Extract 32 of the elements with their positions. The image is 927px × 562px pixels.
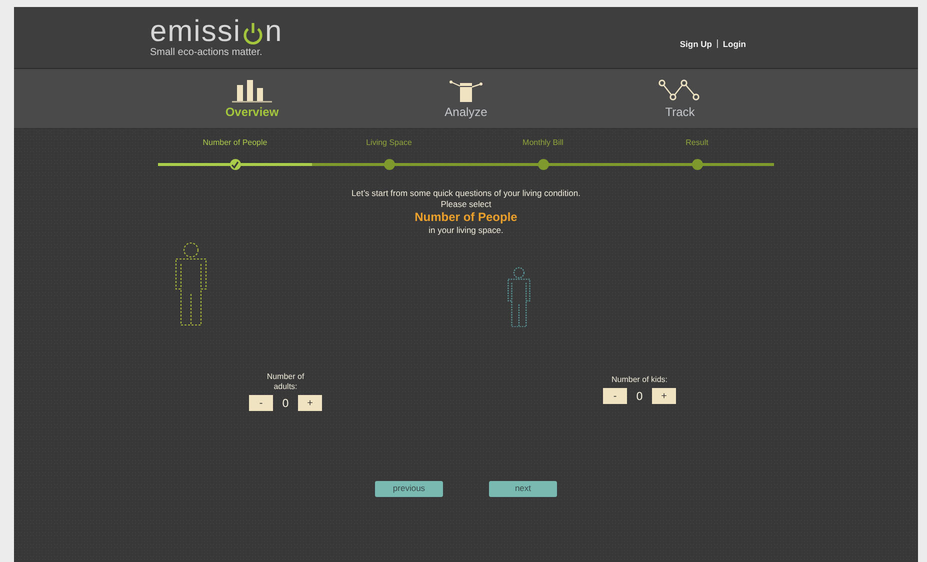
counter-value: 0 bbox=[635, 390, 644, 403]
logo-text: emissi bbox=[150, 18, 242, 46]
previous-button[interactable]: previous bbox=[375, 481, 443, 497]
bar-chart-icon bbox=[231, 79, 273, 103]
intro-text: Let’s start from some quick questions of your living condition. bbox=[352, 188, 580, 199]
nav-tab[interactable]: Analyze bbox=[359, 69, 573, 128]
power-icon bbox=[242, 20, 264, 44]
sign-up-link[interactable]: Sign Up bbox=[680, 38, 712, 48]
link-separator: | bbox=[716, 38, 719, 48]
tagline: Small eco-actions matter. bbox=[150, 46, 264, 58]
line-chart-icon bbox=[658, 79, 702, 103]
counter-label: Number of kids: bbox=[611, 375, 668, 386]
kid-figure-drawing bbox=[506, 267, 532, 328]
increment-button[interactable]: + bbox=[652, 388, 676, 404]
logo-text: n bbox=[265, 18, 283, 46]
nav-tab[interactable]: Overview bbox=[145, 69, 359, 128]
next-button[interactable]: next bbox=[489, 481, 557, 497]
step-label: Number of People bbox=[202, 138, 268, 147]
nav-tab[interactable]: Track bbox=[573, 69, 787, 128]
decrement-button[interactable]: - bbox=[249, 395, 273, 411]
counter-label: Number of adults: bbox=[266, 372, 306, 392]
step-label: Living Space bbox=[366, 138, 412, 147]
decrement-button[interactable]: - bbox=[603, 388, 627, 404]
counter-value: 0 bbox=[281, 396, 290, 410]
box-icon bbox=[448, 79, 484, 103]
intro-text: in your living space. bbox=[428, 225, 504, 236]
question-title: Number of People bbox=[414, 210, 518, 225]
step-label: Result bbox=[686, 138, 708, 147]
intro-text: Please select bbox=[440, 199, 492, 210]
increment-button[interactable]: + bbox=[298, 395, 322, 411]
login-link[interactable]: Login bbox=[722, 38, 746, 48]
step-label: Monthly Bill bbox=[522, 138, 564, 147]
